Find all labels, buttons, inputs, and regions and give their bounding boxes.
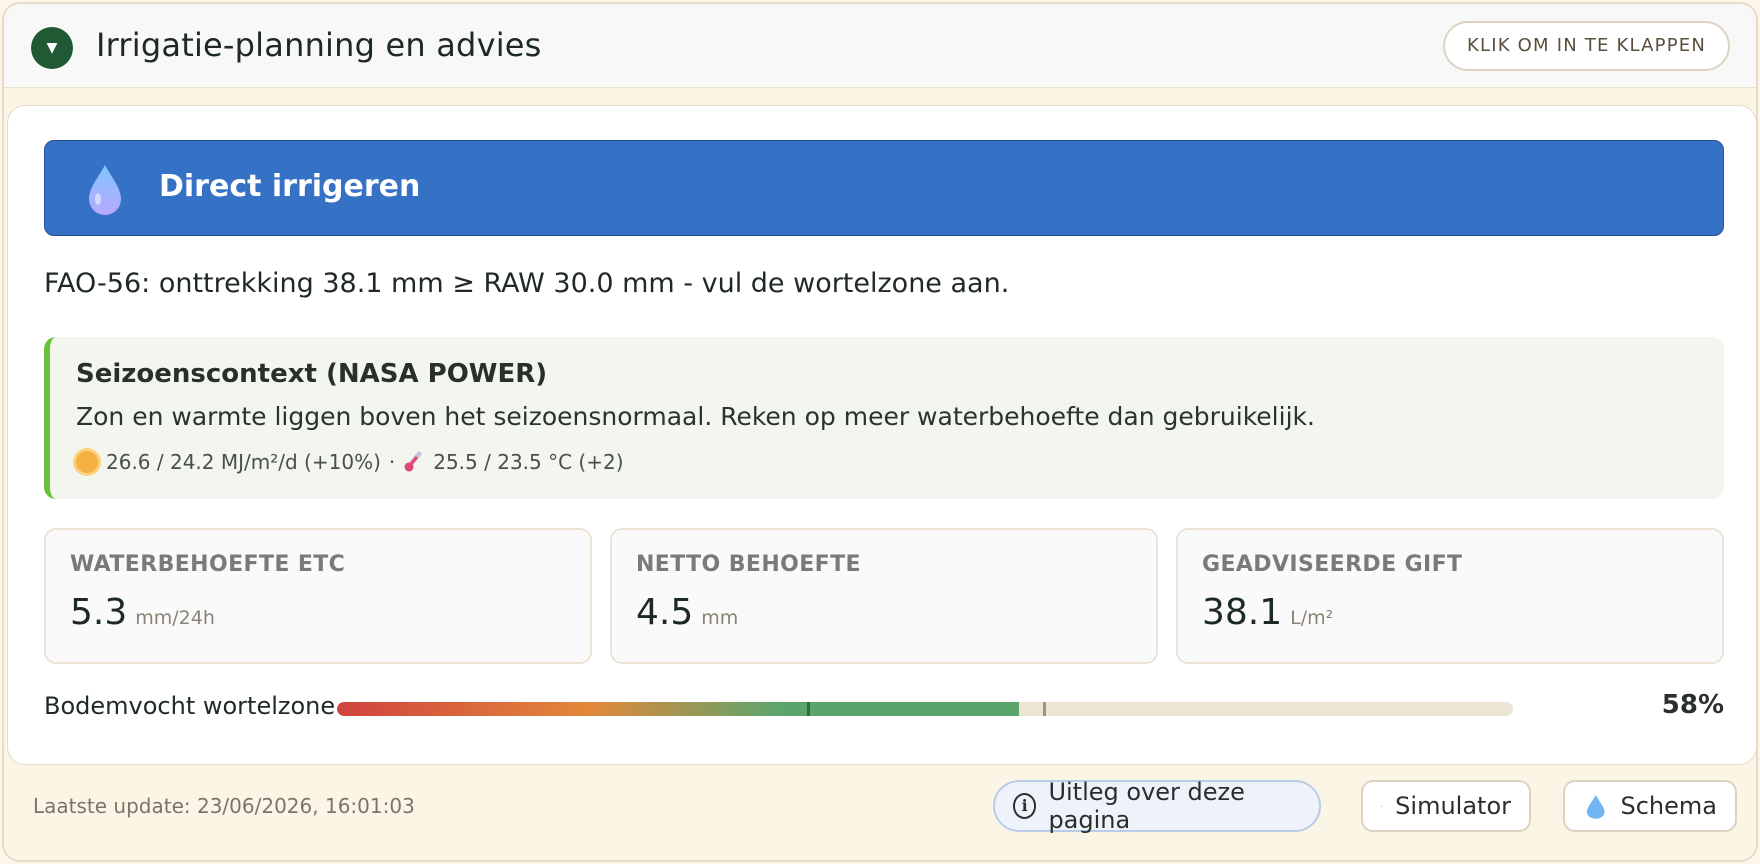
- threshold-marker: [1042, 702, 1046, 716]
- collapse-toggle-icon[interactable]: ▼: [31, 27, 73, 69]
- stat-value: 38.1 L/m²: [1202, 592, 1333, 633]
- stat-label: GEADVISEERDE GIFT: [1202, 552, 1463, 577]
- stat-number: 38.1: [1202, 592, 1283, 633]
- fao-explanation: FAO-56: onttrekking 38.1 mm ≥ RAW 30.0 m…: [44, 268, 1010, 299]
- threshold-marker: [807, 702, 811, 716]
- stat-number: 5.3: [70, 592, 128, 633]
- page-info-label: Uitleg over deze pagina: [1048, 778, 1245, 834]
- schema-label: Schema: [1620, 792, 1718, 820]
- soil-moisture-value: 58%: [1661, 690, 1724, 720]
- soil-moisture-fill: [337, 702, 1020, 716]
- stat-unit: L/m²: [1290, 607, 1334, 629]
- soil-moisture-bar: [337, 702, 1513, 716]
- stat-value: 4.5 mm: [636, 592, 738, 633]
- season-context-box: Seizoenscontext (NASA POWER) Zon en warm…: [44, 337, 1724, 499]
- test-tube-icon: [1381, 805, 1383, 807]
- season-metrics: 26.6 / 24.2 MJ/m²/d (+10%) · 25.5 / 23.5…: [76, 450, 624, 474]
- last-update-text: Laatste update: 23/06/2026, 16:01:03: [33, 794, 415, 818]
- advice-banner: Direct irrigeren: [44, 140, 1724, 236]
- stats-row: WATERBEHOEFTE ETC 5.3 mm/24h NETTO BEHOE…: [44, 528, 1724, 664]
- temperature-value: 25.5 / 23.5 °C (+2): [433, 450, 624, 474]
- season-text: Zon en warmte liggen boven het seizoensn…: [76, 402, 1315, 431]
- stat-card-net: NETTO BEHOEFTE 4.5 mm: [610, 528, 1158, 664]
- collapse-button[interactable]: KLIK OM IN TE KLAPPEN: [1443, 21, 1730, 71]
- stat-value: 5.3 mm/24h: [70, 592, 215, 633]
- water-drop-icon: [1586, 795, 1605, 819]
- irrigation-card: ▼ Irrigatie-planning en advies KLIK OM I…: [2, 2, 1758, 862]
- water-drop-icon: [89, 165, 121, 215]
- advice-title: Direct irrigeren: [159, 169, 421, 204]
- thermometer-icon: [404, 451, 422, 472]
- card-footer: Laatste update: 23/06/2026, 16:01:03 i U…: [7, 764, 1756, 854]
- simulator-label: Simulator: [1395, 792, 1511, 820]
- schema-button[interactable]: Schema: [1563, 780, 1737, 832]
- stat-unit: mm: [701, 607, 739, 629]
- stat-number: 4.5: [636, 592, 694, 633]
- card-title: Irrigatie-planning en advies: [96, 26, 542, 64]
- season-title: Seizoenscontext (NASA POWER): [76, 359, 548, 389]
- card-header[interactable]: ▼ Irrigatie-planning en advies KLIK OM I…: [4, 4, 1756, 88]
- page-info-button[interactable]: i Uitleg over deze pagina: [993, 778, 1321, 834]
- stat-label: NETTO BEHOEFTE: [636, 552, 861, 577]
- stat-unit: mm/24h: [135, 607, 215, 629]
- simulator-button[interactable]: Simulator: [1361, 780, 1531, 832]
- sun-icon: [76, 451, 98, 473]
- stat-card-etc: WATERBEHOEFTE ETC 5.3 mm/24h: [44, 528, 592, 664]
- stat-card-advice: GEADVISEERDE GIFT 38.1 L/m²: [1176, 528, 1724, 664]
- radiation-value: 26.6 / 24.2 MJ/m²/d (+10%): [106, 450, 381, 474]
- metrics-separator: ·: [388, 450, 396, 474]
- info-icon: i: [1013, 793, 1037, 819]
- stat-label: WATERBEHOEFTE ETC: [70, 552, 346, 577]
- advice-panel: Direct irrigeren FAO-56: onttrekking 38.…: [7, 105, 1756, 765]
- soil-moisture-row: Bodemvocht wortelzone 58%: [44, 688, 1728, 728]
- soil-moisture-label: Bodemvocht wortelzone: [44, 692, 336, 720]
